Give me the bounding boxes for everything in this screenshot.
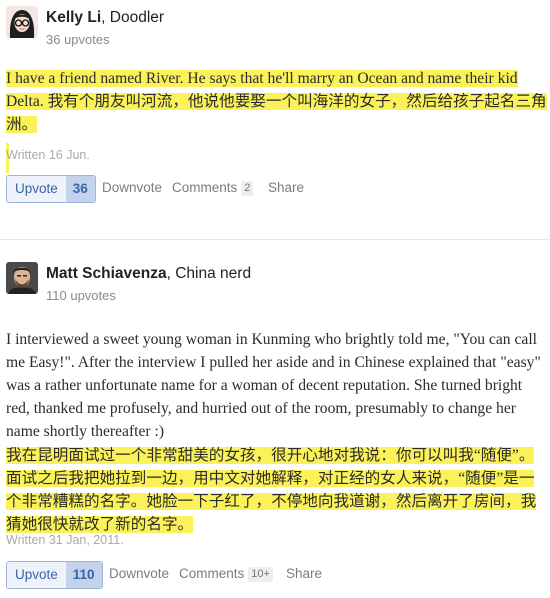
answer-body: I interviewed a sweet young woman in Kun… [6,328,548,536]
written-date[interactable]: Written 31 Jan, 2011. [6,533,124,547]
upvote-count: 36 [65,176,95,202]
answer-paragraph-english: I interviewed a sweet young woman in Kun… [6,331,541,440]
avatar-man-icon[interactable] [6,262,38,294]
upvote-button[interactable]: Upvote 36 [6,175,96,203]
upvote-label: Upvote [7,176,66,202]
answer-text: I have a friend named River. He says tha… [6,70,547,133]
author-credential: Doodler [109,9,165,26]
comments-button[interactable]: Comments 2 [172,175,254,201]
comments-count: 10+ [248,567,273,582]
author-name[interactable]: Kelly Li [46,9,101,26]
comma: , [101,9,110,26]
comments-count: 2 [241,181,254,196]
comments-label: Comments [172,180,238,195]
author-upvotes: 36 upvotes [46,32,110,47]
avatar-woman-glasses-icon[interactable] [6,6,38,38]
upvote-label: Upvote [7,562,66,588]
author-name[interactable]: Matt Schiavenza [46,265,167,282]
written-date[interactable]: Written 16 Jun. [6,148,90,162]
author-line: Kelly Li, Doodler [46,9,164,27]
author-line: Matt Schiavenza, China nerd [46,265,251,283]
upvote-button[interactable]: Upvote 110 [6,561,103,589]
answer-divider [0,239,550,240]
comma: , [166,265,176,282]
comments-label: Comments [179,566,245,581]
author-credential: China nerd [175,265,252,282]
answer-text-highlighted: 我在昆明面试过一个非常甜美的女孩，很开心地对我说：你可以叫我“随便”。面试之后我… [6,447,537,533]
answer-paragraph-chinese: 我在昆明面试过一个非常甜美的女孩，很开心地对我说：你可以叫我“随便”。面试之后我… [6,444,548,536]
downvote-button[interactable]: Downvote [109,561,169,587]
author-upvotes: 110 upvotes [46,288,116,303]
upvote-count: 110 [65,562,102,588]
downvote-button[interactable]: Downvote [102,175,162,201]
answer-body: I have a friend named River. He says tha… [6,67,548,136]
share-button[interactable]: Share [286,561,322,587]
comments-button[interactable]: Comments 10+ [179,561,273,587]
share-button[interactable]: Share [268,175,304,201]
